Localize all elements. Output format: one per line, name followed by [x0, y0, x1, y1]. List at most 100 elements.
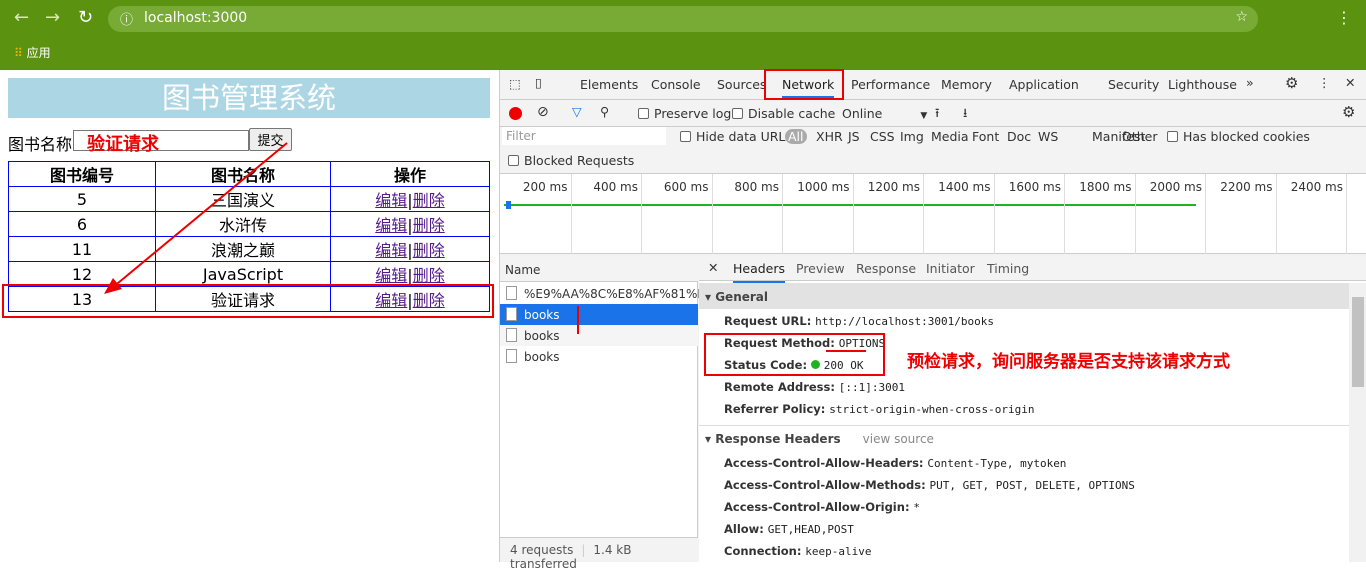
- filter-type-xhr[interactable]: XHR: [816, 129, 843, 144]
- status-bar: 4 requests | 1.4 kB transferred: [500, 537, 698, 571]
- tab-console[interactable]: Console: [651, 77, 701, 92]
- tab-elements[interactable]: Elements: [580, 77, 638, 92]
- general-field: Request URL: http://localhost:3001/books: [724, 314, 994, 328]
- timeline-tick: 200 ms: [523, 174, 572, 254]
- waterfall-bar: [504, 204, 1196, 206]
- filter-icon[interactable]: ▽: [572, 104, 582, 119]
- detail-tab-headers[interactable]: Headers: [733, 261, 786, 283]
- clear-icon[interactable]: ⊘: [537, 104, 549, 120]
- tab-performance[interactable]: Performance: [851, 77, 930, 92]
- disable-cache-checkbox[interactable]: Disable cache: [732, 106, 835, 121]
- annotation-method-box: [704, 333, 885, 376]
- response-header-field: Access-Control-Allow-Headers: Content-Ty…: [724, 456, 1067, 470]
- response-header-field: Access-Control-Allow-Origin: *: [724, 500, 920, 514]
- preserve-log-checkbox[interactable]: Preserve log: [638, 106, 731, 121]
- divider: [699, 425, 1349, 426]
- network-toolbar: ⊘ ▽ ⚲ Preserve log Disable cache Online ▼…: [500, 100, 1366, 127]
- back-icon[interactable]: ←: [14, 7, 29, 28]
- filter-type-media[interactable]: Media: [931, 129, 969, 144]
- timeline-tick: 1200 ms: [868, 174, 924, 254]
- filter-type-other[interactable]: Other: [1122, 129, 1158, 144]
- devtools-panel: ⬚ ▯ Elements Console Sources Network Perform…: [499, 69, 1366, 571]
- view-source-link[interactable]: view source: [863, 432, 934, 446]
- request-item[interactable]: books: [500, 304, 698, 325]
- throttle-select[interactable]: Online ▼: [842, 106, 927, 121]
- filter-type-css[interactable]: CSS: [870, 129, 895, 144]
- detail-tab-timing[interactable]: Timing: [987, 261, 1029, 276]
- export-har-icon[interactable]: ⭳: [963, 104, 967, 125]
- filter-type-all[interactable]: All: [785, 129, 807, 144]
- annotation-underline: [826, 350, 866, 352]
- detail-tabbar: ✕ Headers Preview Response Initiator Timing: [699, 255, 1366, 283]
- file-icon: [506, 328, 517, 342]
- detail-tab-response[interactable]: Response: [856, 261, 916, 276]
- file-icon: [506, 286, 517, 300]
- timeline-tick: 1000 ms: [797, 174, 854, 254]
- annotation-mark: [577, 306, 579, 334]
- waterfall-marker: [506, 201, 511, 209]
- timeline-tick: 400 ms: [593, 174, 642, 254]
- forward-icon[interactable]: →: [45, 7, 60, 28]
- general-section-header[interactable]: ▾ General: [699, 283, 1349, 309]
- info-icon: ⓘ: [120, 13, 134, 28]
- scrollbar[interactable]: [1349, 283, 1366, 562]
- request-list: Name %E9%AA%8C%E8%AF%81%E... books books bo…: [500, 255, 716, 571]
- request-detail: ✕ Headers Preview Response Initiator Timing …: [699, 255, 1366, 562]
- settings-icon[interactable]: ⚙: [1285, 74, 1298, 92]
- reload-icon[interactable]: ↻: [78, 7, 93, 28]
- request-item[interactable]: %E9%AA%8C%E8%AF%81%E...: [500, 283, 716, 304]
- filter-type-font[interactable]: Font: [972, 129, 999, 144]
- filter-type-doc[interactable]: Doc: [1007, 129, 1031, 144]
- filter-input[interactable]: Filter: [502, 127, 666, 145]
- star-icon[interactable]: ☆: [1235, 9, 1248, 25]
- file-icon: [506, 349, 517, 363]
- detail-tab-preview[interactable]: Preview: [796, 261, 845, 276]
- tab-sources[interactable]: Sources: [717, 77, 766, 92]
- annotation-arrow: [104, 142, 288, 294]
- response-headers-section-header[interactable]: ▾ Response Headers view source: [705, 432, 934, 446]
- browser-toolbar: ← → ↻ ⓘ localhost:3000 ☆ ⋮ ⠿ 应用: [0, 0, 1366, 70]
- record-icon[interactable]: [509, 107, 522, 120]
- close-detail-icon[interactable]: ✕: [708, 260, 718, 275]
- timeline-tick: 2200 ms: [1220, 174, 1277, 254]
- inspect-icon[interactable]: ⬚: [509, 76, 521, 91]
- network-settings-icon[interactable]: ⚙: [1342, 103, 1355, 121]
- timeline-tick: 1800 ms: [1079, 174, 1136, 254]
- detail-tab-initiator[interactable]: Initiator: [926, 261, 975, 276]
- apps-grid-icon: ⠿: [14, 46, 23, 60]
- tab-security[interactable]: Security: [1108, 77, 1159, 92]
- filter-type-ws[interactable]: WS: [1038, 129, 1058, 144]
- waterfall-overview[interactable]: 200 ms 400 ms 600 ms 800 ms 1000 ms 1200 ms 14…: [500, 174, 1366, 254]
- tab-memory[interactable]: Memory: [941, 77, 992, 92]
- more-tabs-icon[interactable]: »: [1246, 75, 1254, 90]
- menu-icon[interactable]: ⋮: [1336, 8, 1352, 27]
- bookmark-apps[interactable]: ⠿ 应用: [14, 44, 51, 61]
- search-icon[interactable]: ⚲: [600, 104, 609, 119]
- request-count: 4 requests: [510, 543, 574, 557]
- name-column-header[interactable]: Name: [500, 255, 698, 282]
- hide-data-urls-checkbox[interactable]: Hide data URLs: [680, 129, 792, 144]
- tab-lighthouse[interactable]: Lighthouse: [1168, 77, 1237, 92]
- bookmark-label: 应用: [26, 46, 51, 60]
- file-icon: [506, 307, 517, 321]
- address-bar[interactable]: ⓘ localhost:3000 ☆: [108, 6, 1258, 32]
- timeline-tick: 2400 ms: [1291, 174, 1347, 254]
- request-item[interactable]: books: [500, 325, 698, 346]
- device-toggle-icon[interactable]: ▯: [535, 75, 542, 90]
- blocked-requests-checkbox[interactable]: Blocked Requests: [508, 153, 634, 168]
- filter-bar: Filter Hide data URLs All XHR JS CSS Img Medi…: [500, 127, 1366, 174]
- filter-type-js[interactable]: JS: [848, 129, 860, 144]
- import-har-icon[interactable]: ⭱: [935, 104, 939, 125]
- timeline-tick: 600 ms: [664, 174, 713, 254]
- filter-type-img[interactable]: Img: [900, 129, 924, 144]
- has-blocked-cookies-checkbox[interactable]: Has blocked cookies: [1167, 129, 1310, 144]
- general-field: Remote Address: [::1]:3001: [724, 380, 906, 394]
- close-devtools-icon[interactable]: ✕: [1345, 75, 1355, 90]
- timeline-tick: 1600 ms: [1009, 174, 1065, 254]
- tab-application[interactable]: Application: [1009, 77, 1079, 92]
- timeline-tick: 800 ms: [734, 174, 783, 254]
- response-header-field: Allow: GET,HEAD,POST: [724, 522, 854, 536]
- request-item[interactable]: books: [500, 346, 698, 367]
- annotation-preflight-note: 预检请求，询问服务器是否支持该请求方式: [907, 352, 1230, 372]
- more-options-icon[interactable]: ⋮: [1318, 75, 1331, 90]
